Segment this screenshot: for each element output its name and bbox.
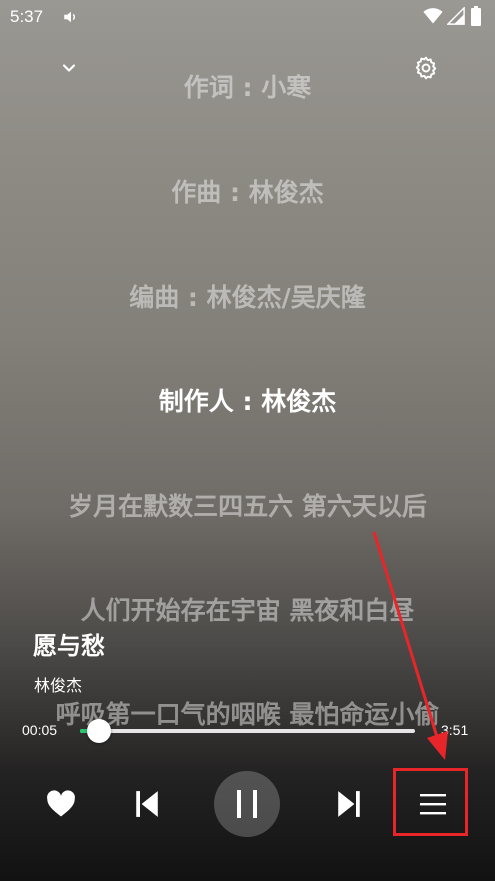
heart-icon xyxy=(47,790,75,817)
lyric-line: 作曲 : 林俊杰 xyxy=(171,178,324,207)
chevron-down-icon xyxy=(62,64,76,72)
lyric-line: 制作人 : 林俊杰 xyxy=(158,387,337,416)
lyric-line: 编曲 : 林俊杰/吴庆隆 xyxy=(129,283,366,312)
total-time: 3:51 xyxy=(441,722,469,738)
previous-button[interactable] xyxy=(125,782,169,826)
lyric-line: 岁月在默数三四五六 第六天以后 xyxy=(68,492,427,521)
progress-thumb[interactable] xyxy=(87,719,111,743)
collapse-button[interactable] xyxy=(47,46,91,90)
lyric-line: 人们开始存在宇宙 黑夜和白昼 xyxy=(80,596,415,625)
highlight-box xyxy=(393,768,468,836)
current-time: 00:05 xyxy=(22,722,58,738)
gear-icon xyxy=(415,56,437,80)
song-title: 愿与愁 xyxy=(33,632,105,660)
like-button[interactable] xyxy=(39,782,83,826)
skip-next-icon xyxy=(338,791,360,817)
lyric-line: 呼吸第一口气的咽喉 最怕命运小偷 xyxy=(55,700,440,729)
skip-previous-icon xyxy=(136,791,158,817)
song-artist[interactable]: 林俊杰 xyxy=(34,672,82,696)
next-button[interactable] xyxy=(327,782,371,826)
play-pause-button[interactable] xyxy=(214,771,280,837)
pause-icon xyxy=(237,790,257,818)
progress-slider[interactable] xyxy=(80,719,415,743)
settings-button[interactable] xyxy=(404,46,448,90)
